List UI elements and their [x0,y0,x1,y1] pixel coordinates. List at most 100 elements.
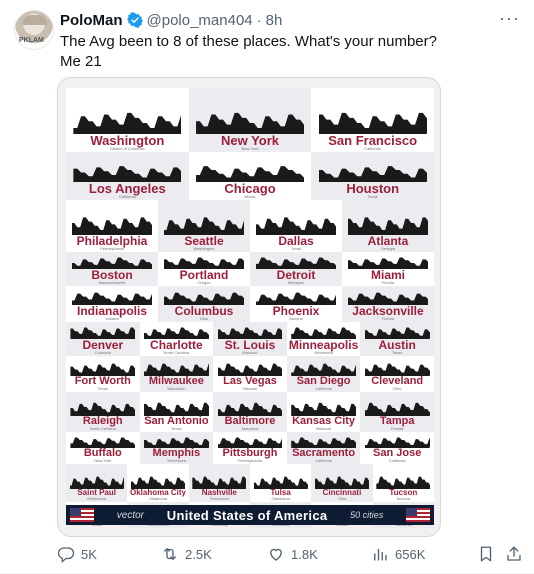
state-name: Florida [391,426,404,431]
bookmark-icon [480,546,492,562]
verified-badge-icon [126,12,143,28]
state-name: California [388,458,406,463]
skyline-row: Los Angeles California Chicago Illinois Hous… [66,152,435,200]
city-skyline-silhouette [255,292,337,305]
city-tile: Minneapolis Minnesota [287,322,361,356]
tweet-text: The Avg been to 8 of these places. What'… [60,32,437,72]
avatar-text: PKLAM [19,37,44,44]
more-options-icon[interactable]: ··· [499,8,520,29]
city-tile: Phoenix Arizona [250,286,342,322]
state-name: Ohio [392,386,402,391]
city-skyline-silhouette [71,217,153,235]
heart-icon [270,548,282,561]
state-name: Michigan [287,280,304,285]
state-name: Ohio [337,496,347,501]
city-skyline-silhouette [291,437,356,448]
city-skyline-silhouette [255,257,337,269]
city-tile: Los Angeles California [66,152,189,200]
city-tile: Dallas Texas [250,200,342,252]
repost-count: 2.5K [185,546,212,562]
city-tile: Denver Colorado [66,322,140,356]
city-tile: Seattle Washington [158,200,250,252]
city-skyline-silhouette [69,476,124,489]
city-tile: Kansas City Missouri [287,392,361,432]
skyline-row: Fort Worth Texas Milwaukee Wisconsin Las Veg… [66,356,434,392]
city-tile: Charlotte North Carolina [140,322,214,356]
city-tile: Philadelphia Pennsylvania [66,200,158,252]
state-name: Texas [290,246,302,251]
state-name: Texas [97,386,109,391]
skyline-row: Denver Colorado Charlotte North Carolina St.… [66,322,434,356]
city-skyline-silhouette [217,327,283,339]
city-tile: Milwaukee Wisconsin [139,356,214,392]
city-skyline-silhouette [217,402,283,416]
city-skyline-silhouette [144,437,209,448]
city-skyline-silhouette [364,327,430,339]
share-icon [507,546,521,561]
city-skyline-silhouette [71,257,153,269]
city-skyline-silhouette [144,327,209,339]
state-name: Tennessee [209,496,229,501]
state-name: Arizona [396,496,411,501]
share-button[interactable] [505,545,523,563]
city-tile: Cincinnati Ohio [311,464,373,502]
state-name: Ohio [199,316,209,321]
city-skyline-silhouette [314,476,369,489]
city-tile: Chicago Illinois [189,152,312,200]
views-button[interactable]: 656K [371,545,425,563]
state-name: Maryland [241,426,259,431]
state-name: Missouri [316,426,332,431]
city-skyline-silhouette [73,112,182,134]
city-skyline-silhouette [291,327,356,339]
repost-icon [164,548,176,560]
state-name: Oregon [197,280,211,285]
city-skyline-silhouette [364,402,430,416]
state-name: New York [94,458,112,463]
state-name: Tennessee [166,458,187,463]
city-tile: Jacksonville Florida [342,286,434,322]
city-tile: Atlanta Georgia [342,200,434,252]
state-name: Massachusetts [98,280,126,285]
city-skyline-silhouette [70,437,136,448]
city-skyline-silhouette [255,217,337,235]
user-handle[interactable]: @polo_man404 [147,12,253,29]
state-name: California [315,458,333,463]
separator-dot: · [256,11,262,29]
tweet-actions: 5K 2.5K 1.8K 656K [57,545,523,565]
city-skyline-silhouette [73,166,182,182]
city-skyline-silhouette [364,437,430,448]
city-tile: Oklahoma City Oklahoma [127,464,188,502]
repost-button[interactable]: 2.5K [161,545,212,563]
state-name: California [364,146,382,151]
banner-vector-label: vector [116,509,145,521]
state-name: New York [241,146,259,151]
avatar[interactable]: PKLAM [14,10,54,50]
state-name: California [118,194,136,199]
city-tile: Las Vegas Nevada [213,356,287,392]
state-name: Oklahoma [271,496,290,501]
city-tile: Pittsburgh Pennsylvania [213,432,287,464]
bookmark-button[interactable] [477,545,495,563]
city-tile: New York New York [188,88,312,152]
tweet-media-image[interactable]: Washington District of Columbia New York Ne… [57,77,441,537]
reply-button[interactable]: 5K [57,545,97,563]
city-skyline-silhouette [196,112,304,134]
display-name[interactable]: PoloMan [60,12,123,29]
city-tile: Tampa Florida [360,392,434,432]
state-name: Minnesota [87,496,106,501]
city-tile: Tucson Arizona [373,464,434,502]
city-tile: Raleigh North Carolina [66,392,140,432]
skyline-row: Raleigh North Carolina San Antonio Texas Bal… [66,392,434,432]
tweet[interactable]: PKLAM PoloMan @polo_man404 · 8h ··· The … [0,0,534,574]
state-name: North Carolina [163,350,190,355]
city-skyline-silhouette [376,476,431,489]
city-tile: Detroit Michigan [250,252,342,286]
timestamp[interactable]: 8h [266,12,283,29]
city-skyline-silhouette [347,217,429,235]
city-tile: Tulsa Oklahoma [250,464,311,502]
state-name: District of Columbia [109,146,145,151]
city-tile: Washington District of Columbia [66,88,189,152]
like-button[interactable]: 1.8K [267,545,318,563]
avatar-cap [23,15,47,25]
city-tile: Buffalo New York [66,432,140,464]
